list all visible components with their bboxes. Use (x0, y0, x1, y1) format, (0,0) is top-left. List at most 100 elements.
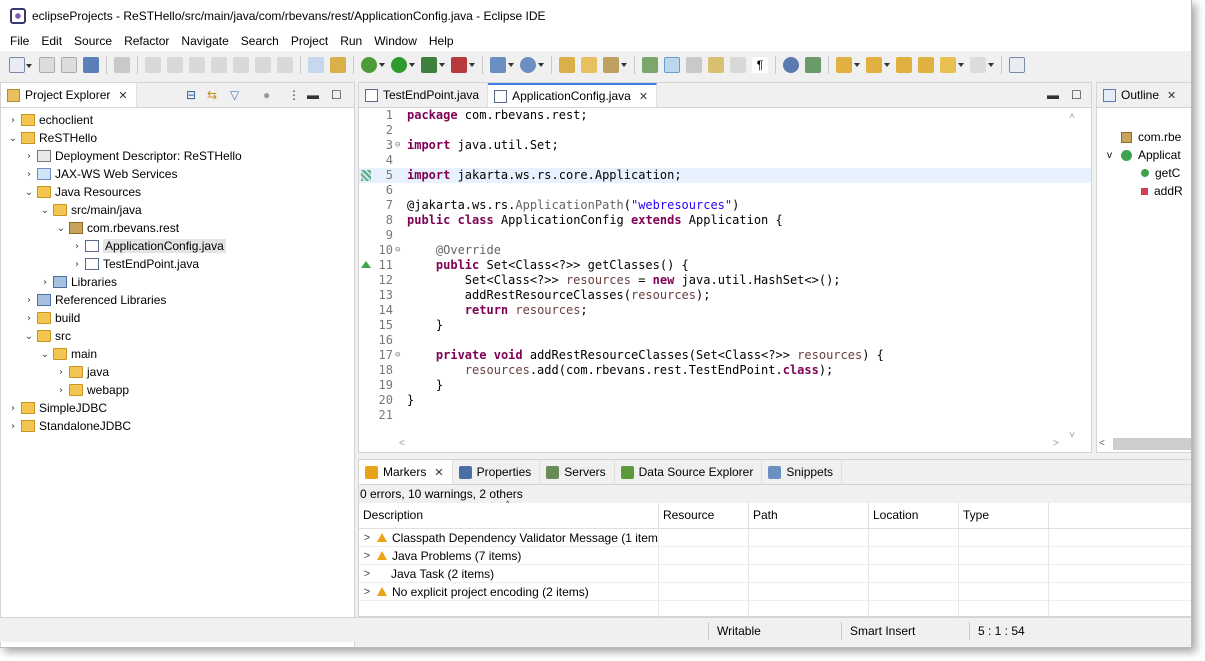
close-icon[interactable]: ✕ (1167, 89, 1176, 102)
status-insert-mode[interactable]: Smart Insert (841, 622, 971, 640)
open-type-icon[interactable] (559, 57, 575, 73)
terminate-icon[interactable] (189, 57, 205, 73)
disconnect-icon[interactable] (211, 57, 227, 73)
back-icon[interactable] (918, 57, 934, 73)
focus-icon[interactable]: ● (263, 88, 270, 102)
tab-markers[interactable]: Markers ✕ (359, 460, 453, 484)
code-line[interactable]: 10 ⊖ @Override (359, 243, 1091, 258)
tab-testendpoint-java[interactable]: TestEndPoint.java (359, 83, 489, 107)
chevron-right-icon[interactable]: › (55, 367, 67, 378)
chevron-right-icon[interactable]: › (71, 259, 83, 270)
view-menu-icon[interactable]: ⋮ (288, 88, 300, 102)
step-into-icon[interactable] (233, 57, 249, 73)
horizontal-scrollbar[interactable]: < > (399, 438, 1059, 449)
code-line[interactable]: 1 package com.rbevans.rest; (359, 108, 1091, 123)
forward-arrow-icon[interactable] (970, 57, 994, 73)
chevron-right-icon[interactable]: > (359, 547, 371, 565)
marker-row[interactable]: > No explicit project encoding (2 items) (359, 582, 1191, 601)
outline-item[interactable]: getC (1097, 164, 1191, 182)
chevron-down-icon[interactable]: ⌄ (39, 349, 51, 360)
tab-servers[interactable]: Servers (540, 460, 615, 484)
code-line[interactable]: 5 import jakarta.ws.rs.core.Application; (359, 168, 1091, 183)
column-header-resource[interactable]: Resource (659, 503, 749, 528)
chevron-right-icon[interactable]: › (71, 241, 83, 252)
column-header-type[interactable]: Type (959, 503, 1049, 528)
chevron-right-icon[interactable]: › (7, 403, 19, 414)
toggle-ant-icon[interactable] (330, 57, 346, 73)
outline-item[interactable]: v Applicat (1097, 146, 1191, 164)
back-arrow-icon[interactable] (940, 57, 964, 73)
chevron-down-icon[interactable]: ⌄ (23, 331, 35, 342)
chevron-right-icon[interactable]: > (359, 583, 371, 601)
code-line[interactable]: 13 addRestResourceClasses(resources); (359, 288, 1091, 303)
horizontal-scroll-thumb[interactable] (1113, 438, 1191, 450)
marker-row[interactable]: > Java Problems (7 items) (359, 546, 1191, 565)
menu-source[interactable]: Source (68, 34, 118, 48)
code-line[interactable]: 7 @jakarta.ws.rs.ApplicationPath("webreso… (359, 198, 1091, 213)
toggle-block-selection-icon[interactable] (686, 57, 702, 73)
debug-icon[interactable] (361, 57, 385, 73)
vertical-scrollbar[interactable]: ˄ ˅ (1067, 111, 1077, 441)
open-task-icon[interactable] (581, 57, 597, 73)
menu-file[interactable]: File (4, 34, 35, 48)
step-return-icon[interactable] (277, 57, 293, 73)
tab-project-explorer[interactable]: Project Explorer ✕ (1, 83, 137, 107)
fold-collapse-icon[interactable]: ⊖ (395, 138, 405, 153)
tree-item[interactable]: › build (1, 309, 354, 327)
tree-item[interactable]: ⌄ ReSTHello (1, 129, 354, 147)
show-whitespace-icon[interactable] (708, 57, 724, 73)
scroll-left-icon[interactable]: < (399, 438, 405, 449)
menu-refactor[interactable]: Refactor (118, 34, 175, 48)
minimize-icon[interactable]: ▬ (1047, 88, 1059, 102)
tree-item[interactable]: ⌄ src/main/java (1, 201, 354, 219)
tree-item[interactable]: › echoclient (1, 111, 354, 129)
tree-item[interactable]: ⌄ src (1, 327, 354, 345)
launch-icon[interactable] (805, 57, 821, 73)
external-tools-icon[interactable] (451, 57, 475, 73)
code-line[interactable]: 18 resources.add(com.rbevans.rest.TestEn… (359, 363, 1091, 378)
menu-window[interactable]: Window (368, 34, 423, 48)
code-line[interactable]: 2 (359, 123, 1091, 138)
fold-collapse-icon[interactable]: ⊖ (395, 348, 405, 363)
outline-item[interactable]: com.rbe (1097, 128, 1191, 146)
new-icon[interactable] (9, 57, 32, 73)
code-line[interactable]: 19 } (359, 378, 1091, 393)
save-icon[interactable] (39, 57, 55, 73)
scroll-left-icon[interactable]: < (1099, 438, 1105, 449)
tree-item[interactable]: ⌄ Java Resources (1, 183, 354, 201)
toggle-java-editor-breadcrumb-icon[interactable] (642, 57, 658, 73)
chevron-right-icon[interactable]: › (23, 295, 35, 306)
search-icon[interactable] (603, 57, 627, 73)
use-step-filters-icon[interactable] (308, 57, 324, 73)
step-over-icon[interactable] (255, 57, 271, 73)
last-edit-location-icon[interactable] (896, 57, 912, 73)
tree-item[interactable]: › Deployment Descriptor: ReSTHello (1, 147, 354, 165)
code-line[interactable]: 6 (359, 183, 1091, 198)
code-line[interactable]: 21 (359, 408, 1091, 423)
filter-icon[interactable]: ▽ (230, 88, 239, 102)
tree-item[interactable]: › ApplicationConfig.java (1, 237, 354, 255)
tab-outline[interactable]: Outline ✕ (1097, 83, 1184, 107)
marker-row[interactable]: > Classpath Dependency Validator Message … (359, 528, 1191, 547)
chevron-right-icon[interactable]: › (7, 115, 19, 126)
code-line[interactable]: 11 public Set<Class<?>> getClasses() { (359, 258, 1091, 273)
chevron-right-icon[interactable]: › (23, 313, 35, 324)
menu-help[interactable]: Help (423, 34, 460, 48)
chevron-down-icon[interactable]: ⌄ (23, 187, 35, 198)
tree-item[interactable]: › Libraries (1, 273, 354, 291)
marker-row[interactable]: > Java Task (2 items) (359, 564, 1191, 583)
maximize-icon[interactable]: ☐ (1071, 88, 1082, 102)
web-browser-icon[interactable] (783, 57, 799, 73)
tab-snippets[interactable]: Snippets (762, 460, 843, 484)
code-line[interactable]: 14 return resources; (359, 303, 1091, 318)
chevron-down-icon[interactable]: v (1107, 150, 1112, 161)
tab-applicationconfig-java[interactable]: ApplicationConfig.java ✕ (488, 83, 658, 107)
skip-breakpoints-icon[interactable] (114, 57, 130, 73)
code-line[interactable]: 8 public class ApplicationConfig extends … (359, 213, 1091, 228)
close-icon[interactable]: ✕ (434, 466, 443, 479)
code-line[interactable]: 17 ⊖ private void addRestResourceClasses(… (359, 348, 1091, 363)
previous-annotation-icon[interactable] (866, 57, 890, 73)
tree-item[interactable]: › TestEndPoint.java (1, 255, 354, 273)
close-icon[interactable]: ✕ (639, 90, 648, 103)
code-line[interactable]: 4 (359, 153, 1091, 168)
